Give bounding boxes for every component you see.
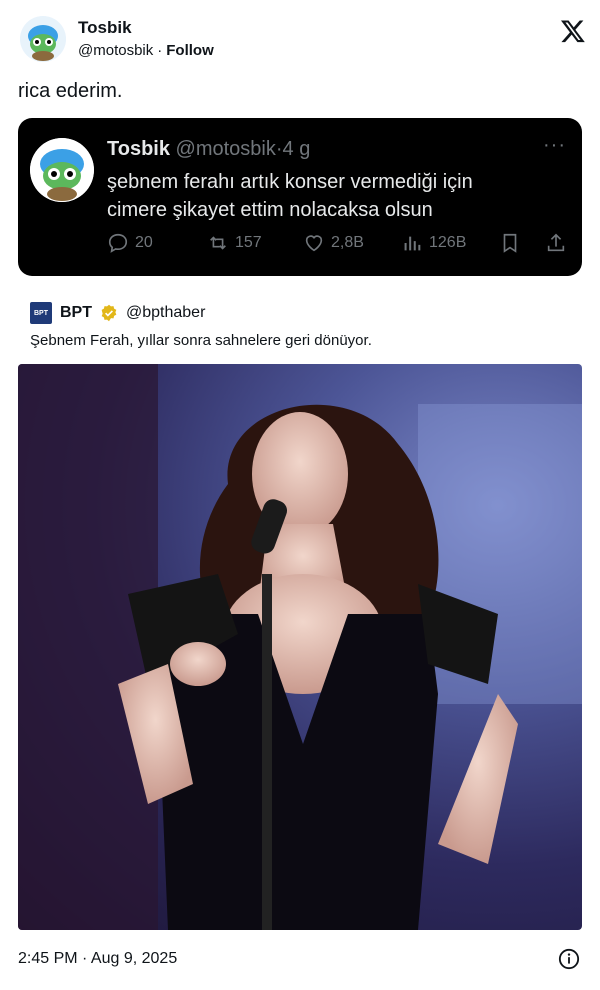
views-button[interactable]: 126B (401, 230, 466, 256)
retweet-count: 157 (235, 234, 262, 251)
embedded-tweet-age: 4 g (282, 138, 311, 160)
retweet-icon (210, 236, 226, 250)
follow-button[interactable]: Follow (166, 42, 214, 59)
heart-icon (305, 235, 323, 252)
quoted-user-name[interactable]: BPT (60, 304, 92, 322)
turtle-avatar-icon[interactable] (30, 138, 94, 202)
verified-badge-icon (101, 304, 117, 322)
reply-button[interactable]: 20 (107, 230, 153, 256)
x-logo-icon[interactable] (560, 18, 586, 44)
quoted-tweet-header: BPT BPT @bpthaber (30, 302, 205, 324)
tweet-text: rica ederim. (18, 80, 123, 102)
reply-icon (108, 233, 128, 253)
more-options-icon[interactable]: ··· (543, 134, 566, 157)
quoted-user-handle[interactable]: @bpthaber (126, 304, 205, 322)
tweet-header: Tosbik @motosbik · Follow (20, 16, 586, 66)
embedded-tweet-text: şebnem ferahı artık konser vermediği içi… (107, 168, 567, 224)
share-icon[interactable] (545, 230, 567, 256)
bpt-logo[interactable]: BPT (30, 302, 52, 324)
embedded-user-handle[interactable]: @motosbik (176, 138, 276, 160)
quoted-tweet-text: Şebnem Ferah, yıllar sonra sahnelere ger… (30, 332, 372, 349)
embedded-user-name[interactable]: Tosbik (107, 138, 170, 160)
retweet-button[interactable]: 157 (207, 230, 262, 256)
embedded-tweet-card[interactable]: Tosbik @motosbik·4 g ··· şebnem ferahı a… (18, 118, 582, 276)
embedded-tweet-line: cimere şikayet ettim nolacaksa olsun (107, 199, 433, 221)
user-handle-line: @motosbik · Follow (78, 42, 214, 59)
tweet-timestamp[interactable]: 2:45 PM · Aug 9, 2025 (18, 950, 177, 968)
user-name[interactable]: Tosbik (78, 18, 132, 38)
concert-photo[interactable] (18, 364, 582, 930)
embedded-tweet-actions: 20 157 2,8B 126B (107, 230, 567, 256)
views-icon (404, 236, 421, 251)
turtle-avatar-icon[interactable] (20, 16, 66, 62)
separator: · (157, 42, 163, 59)
views-count: 126B (429, 234, 467, 251)
user-handle[interactable]: @motosbik (78, 42, 153, 59)
bookmark-icon[interactable] (499, 230, 521, 256)
like-button[interactable]: 2,8B (303, 230, 364, 256)
reply-count: 20 (135, 234, 153, 251)
separator: · (275, 138, 283, 160)
like-count: 2,8B (331, 234, 364, 251)
embedded-tweet-line: şebnem ferahı artık konser vermediği içi… (107, 171, 473, 193)
info-icon[interactable] (558, 948, 580, 970)
embedded-tweet-header: Tosbik @motosbik·4 g (107, 138, 310, 161)
